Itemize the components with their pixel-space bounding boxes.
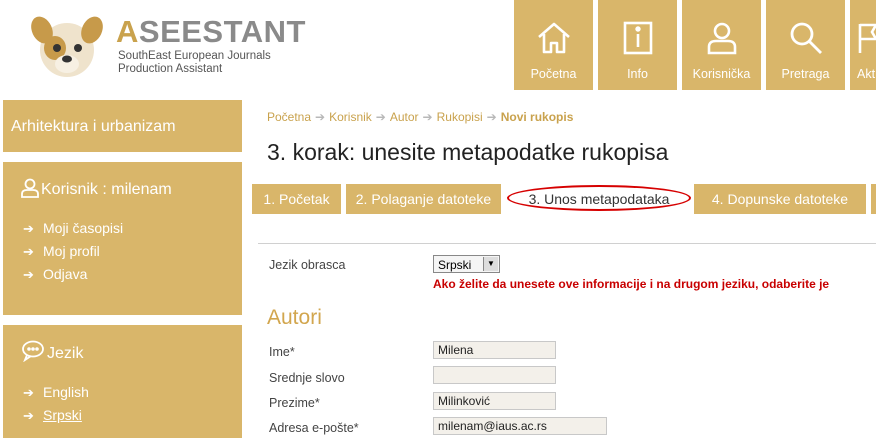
nav-search-label: Pretraga	[781, 67, 830, 81]
divider	[258, 243, 876, 244]
speech-bubble-icon	[22, 340, 44, 362]
language-warning: Ako želite da unesete ove informacije i …	[433, 277, 830, 291]
tab-step-2[interactable]: 2. Polaganje datoteke	[346, 184, 501, 214]
breadcrumb-user[interactable]: Korisnik	[329, 110, 372, 124]
breadcrumb-author[interactable]: Autor	[390, 110, 419, 124]
breadcrumb-current: Novi rukopis	[500, 110, 574, 124]
sidebar-user-box: Korisnik : milenam ➔ Moji časopisi ➔ Moj p…	[3, 162, 242, 315]
search-icon	[790, 22, 822, 54]
header: ASEESTANT SouthEast European Journals Pr…	[0, 0, 876, 90]
arrow-right-icon: ➔	[23, 221, 34, 236]
tab-step-1[interactable]: 1. Početak	[252, 184, 341, 214]
sidebar-link-serbian-label: Srpski	[43, 407, 82, 423]
brand-subtitle-line2: Production Assistant	[118, 63, 223, 75]
last-name-label: Prezime*	[269, 396, 320, 410]
arrow-right-icon: ➔	[23, 385, 34, 400]
user-icon	[21, 178, 39, 198]
home-icon	[538, 22, 570, 54]
sidebar-link-serbian[interactable]: ➔ Srpski	[23, 407, 82, 424]
brand-logo-text: ASEESTANT	[116, 14, 306, 49]
breadcrumb: Početna ➔ Korisnik ➔ Autor ➔ Rukopisi ➔ Novi ruk…	[267, 110, 573, 124]
first-name-label: Ime*	[269, 345, 295, 359]
first-name-input[interactable]	[433, 341, 556, 359]
sidebar-link-logout[interactable]: ➔ Odjava	[23, 266, 87, 283]
email-input[interactable]	[433, 417, 607, 435]
sidebar-link-my-profile[interactable]: ➔ Moj profil	[23, 243, 100, 260]
sidebar-journal-box: Arhitektura i urbanizam	[3, 100, 242, 152]
nav-user-label: Korisnička	[692, 67, 751, 81]
nav-user-button[interactable]: Korisnička	[682, 0, 761, 90]
flag-icon	[858, 23, 876, 53]
dropdown-arrow-icon[interactable]: ▼	[483, 257, 498, 271]
arrow-right-icon: ➔	[23, 408, 34, 423]
middle-name-input[interactable]	[433, 366, 556, 384]
sidebar-journal-title[interactable]: Arhitektura i urbanizam	[11, 118, 176, 136]
sidebar-language-title: Jezik	[47, 345, 84, 362]
nav-home-label: Početna	[530, 67, 577, 81]
sidebar-link-logout-label: Odjava	[43, 266, 88, 282]
nav-info-label: Info	[627, 67, 648, 81]
form-language-select-value: Srpski	[438, 258, 472, 272]
brand-subtitle: SouthEast European Journals Production A…	[118, 50, 271, 76]
form-language-label: Jezik obrasca	[269, 258, 346, 272]
sidebar-link-my-journals-label: Moji časopisi	[43, 220, 124, 236]
highlight-oval	[507, 185, 691, 211]
arrow-right-icon: ➔	[315, 110, 326, 124]
arrow-right-icon: ➔	[375, 110, 386, 124]
dog-logo-icon	[31, 16, 103, 77]
sidebar-user-title: Korisnik : milenam	[41, 181, 172, 198]
nav-info-button[interactable]: Info	[598, 0, 677, 90]
sidebar-link-my-journals[interactable]: ➔ Moji časopisi	[23, 220, 123, 237]
email-label: Adresa e-pošte*	[269, 421, 359, 435]
breadcrumb-home[interactable]: Početna	[267, 110, 311, 124]
sidebar-link-english[interactable]: ➔ English	[23, 384, 89, 401]
info-icon	[623, 21, 653, 55]
middle-name-label: Srednje slovo	[269, 371, 345, 385]
sidebar-link-english-label: English	[43, 384, 89, 400]
last-name-input[interactable]	[433, 392, 556, 410]
nav-search-button[interactable]: Pretraga	[766, 0, 845, 90]
nav-actions-label: Akt	[857, 67, 876, 81]
arrow-right-icon: ➔	[23, 244, 34, 259]
form-language-select[interactable]: Srpski ▼	[433, 255, 500, 273]
authors-heading: Autori	[267, 306, 322, 329]
tab-step-4[interactable]: 4. Dopunske datoteke	[694, 184, 866, 214]
arrow-right-icon: ➔	[422, 110, 433, 124]
sidebar-language-box: Jezik ➔ English ➔ Srpski	[3, 325, 242, 438]
arrow-right-icon: ➔	[23, 267, 34, 282]
brand-subtitle-line1: SouthEast European Journals	[118, 50, 271, 62]
breadcrumb-manuscripts[interactable]: Rukopisi	[437, 110, 483, 124]
page-title: 3. korak: unesite metapodatke rukopisa	[267, 139, 669, 165]
sidebar-link-my-profile-label: Moj profil	[43, 243, 100, 259]
tab-step-5-partial[interactable]	[871, 184, 876, 214]
arrow-right-icon: ➔	[486, 110, 497, 124]
nav-actions-button[interactable]: Akt	[850, 0, 876, 90]
user-icon	[707, 22, 737, 55]
nav-home-button[interactable]: Početna	[514, 0, 593, 90]
